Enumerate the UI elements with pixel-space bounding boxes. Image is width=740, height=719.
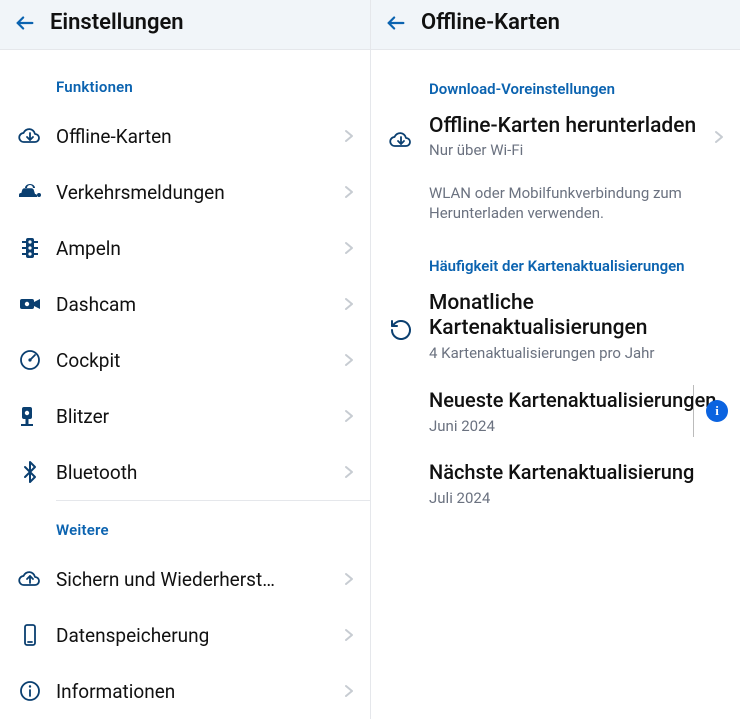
chevron-right-icon <box>342 297 356 311</box>
car-icon <box>18 180 42 204</box>
chevron-right-icon <box>342 353 356 367</box>
row-traffic-lights[interactable]: Ampeln <box>0 220 370 276</box>
cloud-up-icon <box>18 567 42 591</box>
row-bluetooth[interactable]: Bluetooth <box>0 444 370 500</box>
chevron-right-icon <box>342 129 356 143</box>
row-label: Sichern und Wiederherst… <box>56 568 342 591</box>
row-dashcam[interactable]: Dashcam <box>0 276 370 332</box>
row-data-storage[interactable]: Datenspeicherung <box>0 607 370 663</box>
chevron-right-icon <box>342 684 356 698</box>
header-title: Einstellungen <box>50 10 184 35</box>
dashcam-icon <box>18 292 42 316</box>
row-informations[interactable]: Informationen <box>0 663 370 719</box>
next-update-date: Juli 2024 <box>429 489 728 507</box>
row-label: Cockpit <box>56 349 342 372</box>
phone-icon <box>18 623 42 647</box>
offline-maps-pane: Offline-Karten Download-Voreinstellungen… <box>370 0 740 719</box>
info-badge-icon[interactable]: i <box>706 400 728 422</box>
header-title: Offline-Karten <box>421 10 560 35</box>
refresh-icon <box>389 318 413 342</box>
speed-camera-icon <box>18 404 42 428</box>
settings-header: Einstellungen <box>0 0 370 50</box>
next-update-item: Nächste Kartenaktualisierung Juli 2024 <box>429 447 728 519</box>
row-label: Informationen <box>56 680 342 703</box>
row-subtitle: 4 Kartenaktualisierungen pro Jahr <box>429 344 726 364</box>
traffic-light-icon <box>18 236 42 260</box>
back-icon[interactable] <box>385 12 407 34</box>
latest-update-date: Juni 2024 <box>429 417 728 435</box>
chevron-right-icon <box>342 185 356 199</box>
row-label: Verkehrsmeldungen <box>56 181 342 204</box>
next-update-title: Nächste Kartenaktualisierung <box>429 459 728 485</box>
row-download-offline-maps[interactable]: Offline-Karten herunterladen Nur über Wi… <box>371 108 740 173</box>
chevron-right-icon <box>342 241 356 255</box>
section-head-download: Download-Voreinstellungen <box>371 58 740 108</box>
gauge-icon <box>18 348 42 372</box>
row-title: Monatliche Kartenaktualisierungen <box>429 291 726 341</box>
chevron-right-icon <box>712 130 726 144</box>
cloud-download-icon <box>389 128 413 152</box>
row-label: Bluetooth <box>56 461 342 484</box>
row-cockpit[interactable]: Cockpit <box>0 332 370 388</box>
section-head-weitere: Weitere <box>0 501 370 551</box>
bluetooth-icon <box>18 460 42 484</box>
row-label: Ampeln <box>56 237 342 260</box>
latest-update-item[interactable]: Neueste Kartenaktualisierungen Juni 2024… <box>429 375 728 447</box>
row-backup-restore[interactable]: Sichern und Wiederherst… <box>0 551 370 607</box>
row-speed-cameras[interactable]: Blitzer <box>0 388 370 444</box>
info-ring-icon <box>18 679 42 703</box>
chevron-right-icon <box>342 465 356 479</box>
section-head-frequency: Häufigkeit der Kartenaktualisierungen <box>371 235 740 285</box>
row-label: Blitzer <box>56 405 342 428</box>
row-traffic-reports[interactable]: Verkehrsmeldungen <box>0 164 370 220</box>
latest-update-title: Neueste Kartenaktualisierungen <box>429 387 728 413</box>
row-subtitle: Nur über Wi-Fi <box>429 141 712 161</box>
row-offline-maps[interactable]: Offline-Karten <box>0 108 370 164</box>
row-title: Offline-Karten herunterladen <box>429 114 712 139</box>
row-label: Offline-Karten <box>56 125 342 148</box>
divider-pipe <box>693 385 694 437</box>
section-head-funktionen: Funktionen <box>0 58 370 108</box>
row-label: Datenspeicherung <box>56 624 342 647</box>
row-label: Dashcam <box>56 293 342 316</box>
offline-maps-header: Offline-Karten <box>371 0 740 50</box>
download-note: WLAN oder Mobilfunkverbindung zum Herunt… <box>371 173 740 236</box>
settings-pane: Einstellungen Funktionen Offline-Karten … <box>0 0 370 719</box>
chevron-right-icon <box>342 572 356 586</box>
cloud-download-icon <box>18 124 42 148</box>
back-icon[interactable] <box>14 12 36 34</box>
row-update-frequency[interactable]: Monatliche Kartenaktualisierungen 4 Kart… <box>371 285 740 375</box>
chevron-right-icon <box>342 409 356 423</box>
chevron-right-icon <box>342 628 356 642</box>
